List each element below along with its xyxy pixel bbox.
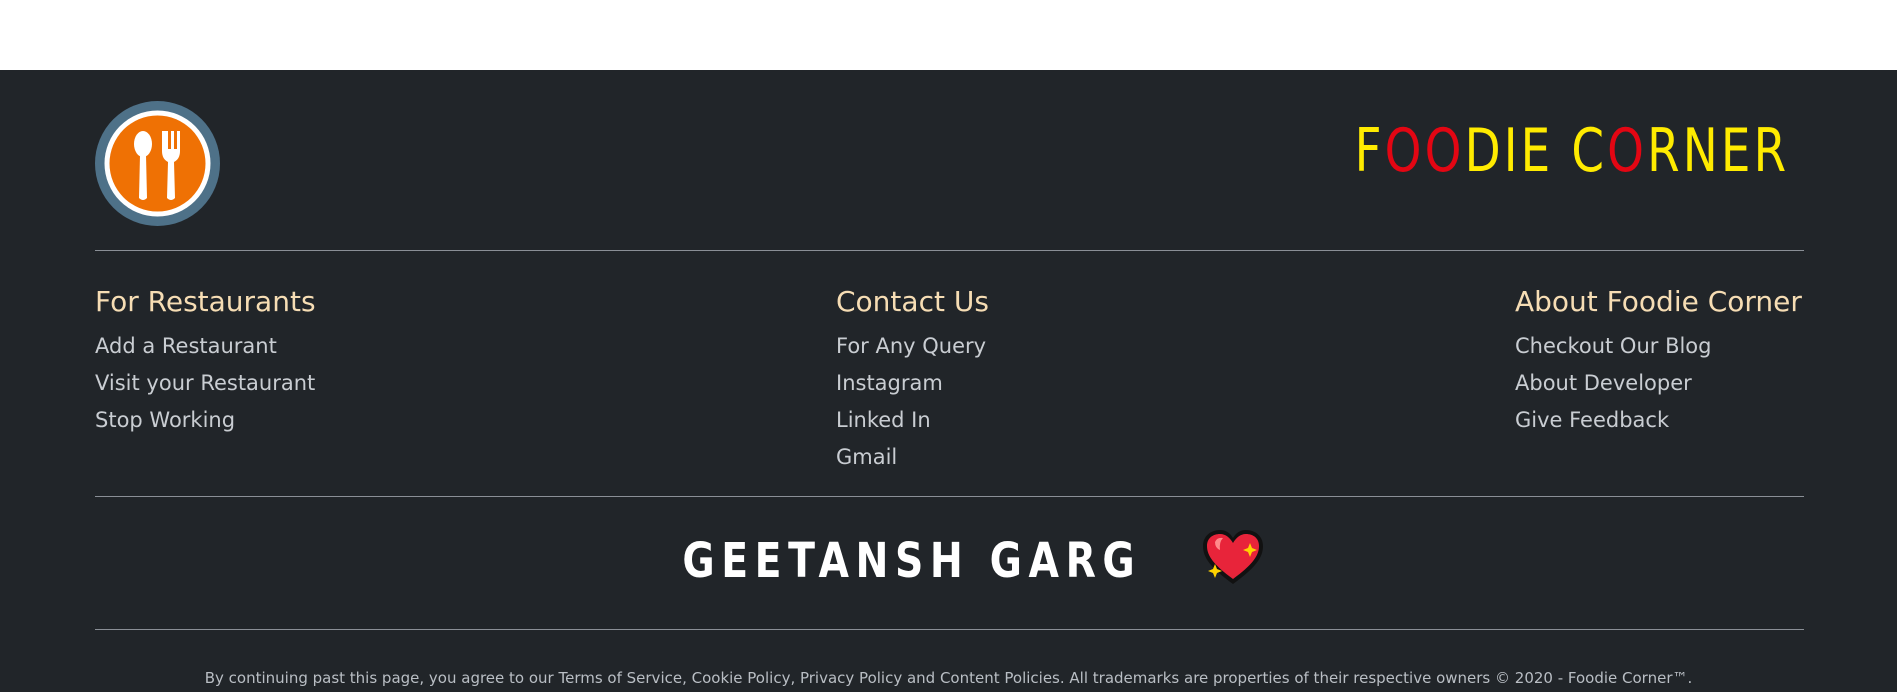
brand-letter: D — [1464, 116, 1504, 186]
link-instagram[interactable]: Instagram — [836, 365, 989, 402]
link-blog[interactable]: Checkout Our Blog — [1515, 328, 1802, 365]
brand-letter: E — [1520, 116, 1554, 186]
brand-letter: C — [1571, 116, 1607, 186]
brand-letter: O — [1606, 116, 1647, 186]
brand-letter: E — [1720, 116, 1754, 186]
brand-wordmark[interactable]: FOODIE CORNER — [1354, 116, 1789, 186]
link-stop-working[interactable]: Stop Working — [95, 402, 316, 439]
brand-letter: O — [1384, 116, 1425, 186]
brand-letter: I — [1503, 116, 1521, 186]
brand-letter: N — [1682, 116, 1721, 186]
divider-middle — [95, 496, 1804, 497]
brand-letter: F — [1354, 116, 1385, 186]
footer-column-about: About Foodie Corner Checkout Our Blog Ab… — [1515, 285, 1802, 439]
spoon-fork-icon[interactable] — [95, 101, 220, 226]
top-white-area — [0, 0, 1897, 70]
legal-notice: By continuing past this page, you agree … — [204, 669, 1693, 687]
link-visit-restaurant[interactable]: Visit your Restaurant — [95, 365, 316, 402]
column-heading: Contact Us — [836, 285, 989, 318]
developer-name: GEETANSH GARG — [682, 532, 1142, 589]
sparkling-heart-icon — [1201, 528, 1265, 593]
link-linkedin[interactable]: Linked In — [836, 402, 989, 439]
link-any-query[interactable]: For Any Query — [836, 328, 989, 365]
divider-bottom — [95, 629, 1804, 630]
site-footer: FOODIE CORNER For Restaurants Add a Rest… — [0, 70, 1897, 692]
link-give-feedback[interactable]: Give Feedback — [1515, 402, 1802, 439]
link-add-restaurant[interactable]: Add a Restaurant — [95, 328, 316, 365]
divider-top — [95, 250, 1804, 251]
brand-letter: R — [1753, 116, 1789, 186]
brand-letter: R — [1646, 116, 1683, 186]
footer-column-contact: Contact Us For Any Query Instagram Linke… — [836, 285, 989, 476]
footer-column-restaurants: For Restaurants Add a Restaurant Visit y… — [95, 285, 316, 439]
link-gmail[interactable]: Gmail — [836, 439, 989, 476]
link-about-developer[interactable]: About Developer — [1515, 365, 1802, 402]
brand-letter — [1553, 116, 1571, 186]
brand-letter: O — [1424, 116, 1465, 186]
column-heading: For Restaurants — [95, 285, 316, 318]
developer-credit: GEETANSH GARG — [0, 528, 1897, 593]
column-heading: About Foodie Corner — [1515, 285, 1802, 318]
